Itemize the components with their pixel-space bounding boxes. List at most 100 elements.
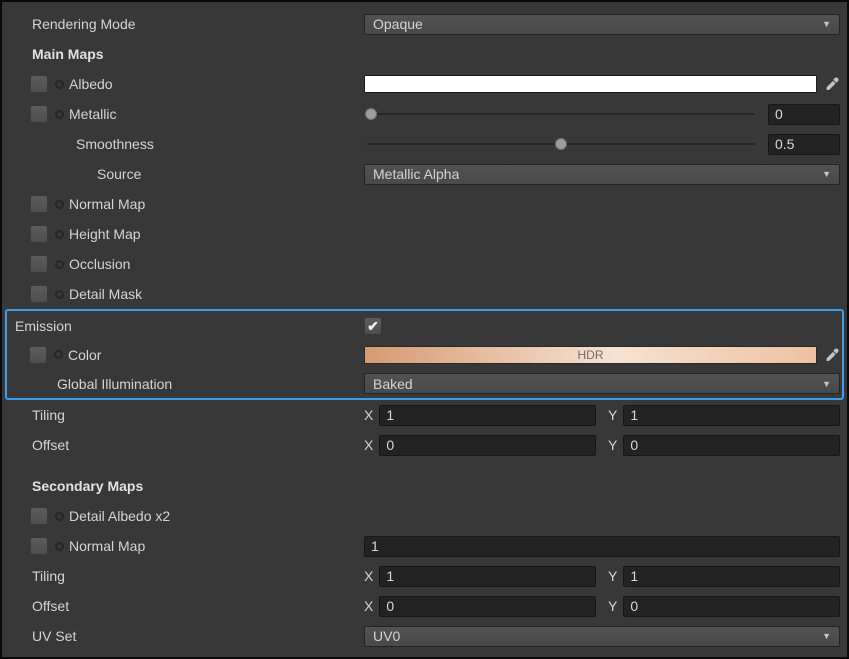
- offset-row: Offset X Y: [2, 430, 847, 460]
- metallic-checkbox[interactable]: [30, 105, 48, 123]
- slider-handle[interactable]: [365, 108, 377, 120]
- smoothness-ctrl: [364, 134, 847, 155]
- secondary-offset-x-input[interactable]: [379, 596, 596, 617]
- source-row: Source Metallic Alpha ▼: [2, 159, 847, 189]
- emission-label-col: Emission: [7, 318, 364, 334]
- secondary-tiling-y-input[interactable]: [623, 566, 840, 587]
- tiling-x-input[interactable]: [379, 405, 596, 426]
- secondary-normal-map-ctrl: [364, 536, 847, 557]
- object-picker-icon[interactable]: [54, 350, 63, 359]
- global-illumination-row: Global Illumination Baked ▼: [7, 369, 842, 398]
- height-map-checkbox[interactable]: [30, 225, 48, 243]
- emission-color-ctrl: HDR: [364, 346, 842, 364]
- detail-mask-checkbox[interactable]: [30, 285, 48, 303]
- eyedropper-icon[interactable]: [824, 347, 840, 363]
- eyedropper-icon[interactable]: [824, 76, 840, 92]
- detail-albedo-label-col: Detail Albedo x2: [2, 507, 364, 525]
- object-picker-icon[interactable]: [55, 512, 64, 521]
- secondary-normal-map-value-input[interactable]: [364, 536, 840, 557]
- secondary-maps-header-col: Secondary Maps: [2, 478, 364, 494]
- normal-map-label: Normal Map: [69, 196, 145, 212]
- object-picker-icon[interactable]: [55, 110, 64, 119]
- height-map-label: Height Map: [69, 226, 141, 242]
- metallic-slider[interactable]: [364, 104, 758, 124]
- emission-hdr-color-swatch[interactable]: HDR: [364, 346, 817, 364]
- albedo-label-col: Albedo: [2, 75, 364, 93]
- occlusion-label-col: Occlusion: [2, 255, 364, 273]
- height-map-row: Height Map: [2, 219, 847, 249]
- tiling-y-input[interactable]: [623, 405, 840, 426]
- emission-label: Emission: [15, 318, 72, 334]
- secondary-offset-y-input[interactable]: [623, 596, 840, 617]
- smoothness-label: Smoothness: [76, 136, 154, 152]
- x-axis-label: X: [364, 437, 373, 453]
- detail-albedo-label: Detail Albedo x2: [69, 508, 170, 524]
- checkmark-icon: ✔: [367, 319, 379, 333]
- uv-set-label: UV Set: [32, 628, 76, 644]
- object-picker-icon[interactable]: [55, 80, 64, 89]
- offset-y-input[interactable]: [623, 435, 840, 456]
- offset-x-input[interactable]: [379, 435, 596, 456]
- height-map-label-col: Height Map: [2, 225, 364, 243]
- metallic-value-input[interactable]: [768, 104, 840, 125]
- chevron-down-icon: ▼: [816, 631, 831, 641]
- y-axis-label: Y: [608, 437, 617, 453]
- tiling-row: Tiling X Y: [2, 400, 847, 430]
- slider-track: [367, 113, 755, 115]
- chevron-down-icon: ▼: [816, 169, 831, 179]
- global-illumination-dropdown[interactable]: Baked ▼: [364, 373, 840, 394]
- secondary-tiling-label-col: Tiling: [2, 568, 364, 584]
- object-picker-icon[interactable]: [55, 542, 64, 551]
- object-picker-icon[interactable]: [55, 290, 64, 299]
- source-dropdown[interactable]: Metallic Alpha ▼: [364, 164, 840, 185]
- secondary-normal-map-label: Normal Map: [69, 538, 145, 554]
- main-maps-header: Main Maps: [32, 46, 104, 62]
- emission-color-label-col: Color: [7, 346, 364, 364]
- tiling-label-col: Tiling: [2, 407, 364, 423]
- object-picker-icon[interactable]: [55, 260, 64, 269]
- global-illumination-label-col: Global Illumination: [7, 376, 364, 392]
- object-picker-icon[interactable]: [55, 230, 64, 239]
- albedo-checkbox[interactable]: [30, 75, 48, 93]
- emission-color-checkbox[interactable]: [29, 346, 47, 364]
- secondary-tiling-x-input[interactable]: [379, 566, 596, 587]
- smoothness-label-col: Smoothness: [2, 136, 364, 152]
- albedo-color-swatch[interactable]: [364, 75, 817, 93]
- uv-set-dropdown[interactable]: UV0 ▼: [364, 626, 840, 647]
- rendering-mode-dropdown[interactable]: Opaque ▼: [364, 14, 840, 35]
- secondary-normal-map-label-col: Normal Map: [2, 537, 364, 555]
- rendering-mode-ctrl: Opaque ▼: [364, 14, 847, 35]
- smoothness-slider[interactable]: [364, 134, 758, 154]
- normal-map-checkbox[interactable]: [30, 195, 48, 213]
- object-picker-icon[interactable]: [55, 200, 64, 209]
- metallic-label-col: Metallic: [2, 105, 364, 123]
- secondary-normal-map-row: Normal Map: [2, 531, 847, 561]
- uv-set-value: UV0: [373, 628, 400, 644]
- occlusion-checkbox[interactable]: [30, 255, 48, 273]
- occlusion-row: Occlusion: [2, 249, 847, 279]
- slider-handle[interactable]: [555, 138, 567, 150]
- detail-albedo-checkbox[interactable]: [30, 507, 48, 525]
- metallic-row: Metallic: [2, 99, 847, 129]
- chevron-down-icon: ▼: [816, 379, 831, 389]
- smoothness-value-input[interactable]: [768, 134, 840, 155]
- emission-checkbox[interactable]: ✔: [364, 317, 382, 335]
- normal-map-label-col: Normal Map: [2, 195, 364, 213]
- albedo-row: Albedo: [2, 69, 847, 99]
- section-gap: [2, 460, 847, 471]
- source-label: Source: [97, 166, 141, 182]
- detail-mask-label-col: Detail Mask: [2, 285, 364, 303]
- rendering-mode-label-col: Rendering Mode: [2, 16, 364, 32]
- albedo-label: Albedo: [69, 76, 113, 92]
- uv-set-row: UV Set UV0 ▼: [2, 621, 847, 651]
- rendering-mode-label: Rendering Mode: [32, 16, 136, 32]
- global-illumination-value: Baked: [373, 376, 413, 392]
- x-axis-label: X: [364, 598, 373, 614]
- y-axis-label: Y: [608, 598, 617, 614]
- tiling-label: Tiling: [32, 407, 65, 423]
- secondary-normal-map-checkbox[interactable]: [30, 537, 48, 555]
- main-maps-header-col: Main Maps: [2, 46, 364, 62]
- emission-ctrl: ✔: [364, 317, 842, 335]
- secondary-offset-row: Offset X Y: [2, 591, 847, 621]
- chevron-down-icon: ▼: [816, 19, 831, 29]
